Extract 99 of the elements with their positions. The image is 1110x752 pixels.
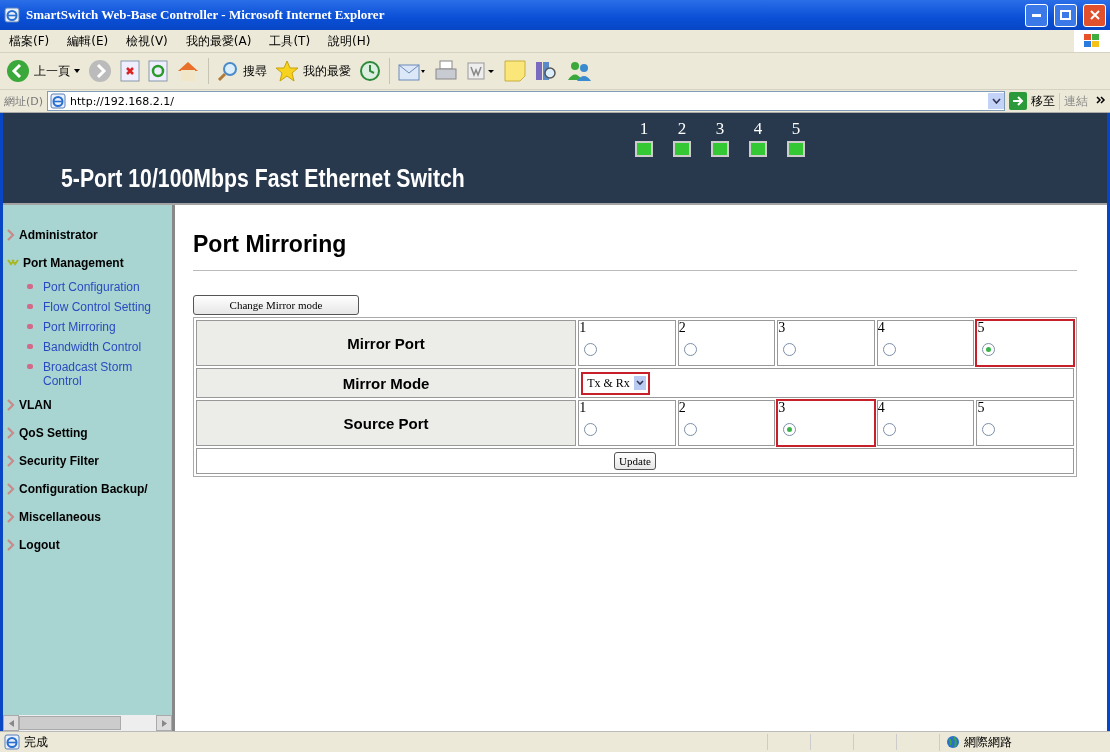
favorites-button[interactable]: 我的最愛 (275, 60, 351, 82)
page-icon (4, 734, 20, 750)
browser-icon (4, 7, 20, 23)
window-title: SmartSwitch Web-Base Controller - Microsoft Internet Explorer (26, 7, 386, 23)
row-label: Mirror Port (196, 320, 577, 366)
menu-item[interactable]: 我的最愛(A) (176, 32, 261, 50)
minimize-button[interactable] (1025, 3, 1048, 27)
scroll-right-icon[interactable] (161, 719, 167, 727)
port-number: 1 (579, 401, 588, 415)
page-heading: Port Mirroring (193, 231, 1077, 271)
port-number: 2 (677, 119, 687, 139)
bullet-icon (27, 324, 33, 329)
update-button[interactable]: Update (614, 452, 656, 470)
port-number: 3 (778, 401, 787, 415)
close-icon[interactable] (1089, 10, 1100, 20)
caret-icon[interactable] (991, 98, 1001, 104)
history-icon[interactable] (359, 60, 381, 82)
radio-button[interactable] (683, 343, 697, 356)
menu-item[interactable]: 編輯(E) (58, 32, 118, 50)
sidebar-link[interactable]: Flow Control Setting (43, 300, 152, 314)
maximize-icon[interactable] (1060, 10, 1071, 20)
port-led-icon (673, 141, 691, 157)
change-mode-button[interactable]: Change Mirror mode (193, 295, 359, 315)
address-label: 網址(D) (4, 93, 44, 109)
minimize-icon[interactable] (1032, 13, 1041, 17)
globe-icon (946, 735, 960, 749)
printer-icon[interactable] (434, 60, 458, 82)
refresh-icon[interactable] (148, 60, 168, 82)
radio-button[interactable] (783, 343, 797, 356)
bullet-icon (27, 364, 33, 369)
sidebar-item[interactable]: VLAN (19, 398, 52, 412)
menu-item[interactable]: 說明(H) (319, 32, 380, 50)
radio-button[interactable] (783, 423, 797, 436)
status-text: 完成 (24, 733, 48, 751)
radio-button[interactable] (882, 343, 896, 356)
device-title: 5-Port 10/100Mbps Fast Ethernet Switch (61, 164, 465, 193)
port-number: 1 (579, 321, 588, 335)
port-number: 1 (639, 119, 649, 139)
port-led-icon (635, 141, 653, 157)
search-button[interactable]: 搜尋 (217, 60, 267, 82)
home-icon[interactable] (176, 60, 200, 82)
row-label: Source Port (196, 400, 577, 446)
address-field[interactable]: http://192.168.2.1/ (47, 91, 1005, 111)
sidebar-item[interactable]: Configuration Backup/ (19, 482, 148, 496)
star-icon[interactable] (275, 60, 299, 82)
sidebar-link[interactable]: Port Mirroring (43, 320, 116, 334)
radio-button[interactable] (882, 423, 896, 436)
go-button[interactable]: 移至 (1009, 92, 1055, 110)
forward-icon[interactable] (88, 59, 112, 83)
mode-dropdown[interactable]: Tx & Rx (581, 371, 650, 395)
caret-icon[interactable] (74, 69, 80, 73)
sidebar-item[interactable]: QoS Setting (19, 426, 88, 440)
port-number: 5 (977, 321, 986, 335)
port-number: 4 (753, 119, 763, 139)
sidebar-link[interactable]: Bandwidth Control (43, 340, 142, 354)
sidebar-item[interactable]: Logout (19, 538, 60, 552)
scroll-left-icon[interactable] (8, 719, 14, 727)
port-led-icon (711, 141, 729, 157)
page-icon (50, 93, 67, 109)
stop-icon[interactable] (120, 60, 140, 82)
bullet-icon (27, 344, 33, 349)
port-number: 5 (791, 119, 801, 139)
menu-item[interactable]: 檢視(V) (117, 32, 177, 50)
sidebar-item[interactable]: Security Filter (19, 454, 100, 468)
radio-button[interactable] (982, 343, 996, 356)
word-icon[interactable] (466, 60, 496, 82)
people-icon[interactable] (566, 60, 592, 82)
bullet-icon (27, 304, 33, 309)
radio-button[interactable] (584, 423, 598, 436)
zone-text: 網際網路 (964, 733, 1012, 751)
port-number: 4 (877, 401, 886, 415)
port-number: 4 (877, 321, 886, 335)
sidebar-item[interactable]: Miscellaneous (19, 510, 102, 524)
scrollbar[interactable] (3, 715, 172, 731)
menu-item[interactable]: 檔案(F) (0, 32, 59, 50)
sidebar-link[interactable]: Broadcast Storm Control (43, 360, 157, 388)
book-search-icon[interactable] (534, 60, 558, 82)
port-number: 3 (778, 321, 787, 335)
radio-button[interactable] (683, 423, 697, 436)
port-number: 2 (678, 401, 687, 415)
row-label: Mirror Mode (196, 368, 577, 398)
menu-item[interactable]: 工具(T) (260, 32, 320, 50)
caret-icon[interactable] (635, 380, 644, 386)
sidebar-item[interactable]: Port Management (23, 256, 124, 270)
radio-button[interactable] (982, 423, 996, 436)
port-led-icon (787, 141, 805, 157)
search-icon[interactable] (217, 60, 239, 82)
port-number: 2 (678, 321, 687, 335)
sidebar-link[interactable]: Port Configuration (43, 280, 140, 294)
radio-button[interactable] (584, 343, 598, 356)
port-number: 3 (715, 119, 725, 139)
close-button[interactable] (1083, 3, 1106, 27)
maximize-button[interactable] (1054, 3, 1077, 27)
back-button[interactable]: 上一頁 (6, 59, 80, 83)
flag-logo-icon (1083, 33, 1101, 49)
bullet-icon (27, 284, 33, 289)
sidebar-item[interactable]: Administrator (19, 228, 98, 242)
port-number: 5 (977, 401, 986, 415)
port-led-icon (749, 141, 767, 157)
